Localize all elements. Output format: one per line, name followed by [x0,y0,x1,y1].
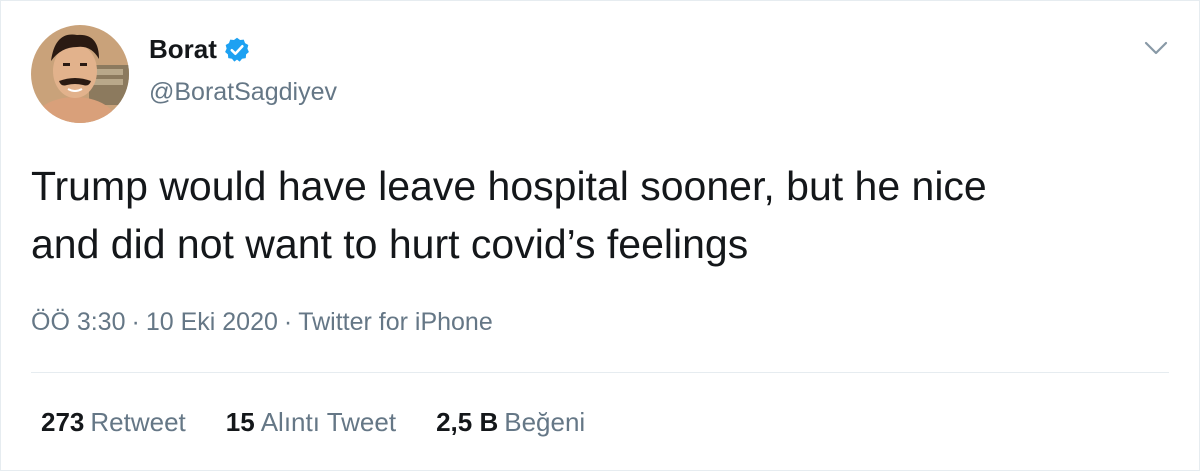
tweet-time[interactable]: ÖÖ 3:30 [31,308,126,336]
stat-label: Retweet [90,407,186,437]
tweet-source[interactable]: Twitter for iPhone [298,308,493,336]
tweet-meta: ÖÖ 3:30 · 10 Eki 2020 · Twitter for iPhone [31,308,493,337]
tweet-stats: 273 Retweet 15 Alıntı Tweet 2,5 B Beğeni [41,407,625,438]
tweet-date[interactable]: 10 Eki 2020 [146,308,278,336]
tweet-text-line: and did not want to hurt covid’s feeling… [31,221,749,267]
display-name[interactable]: Borat [149,34,217,65]
stat-label: Alıntı Tweet [260,407,397,437]
retweet-count[interactable]: 273 Retweet [41,407,186,438]
avatar-image [31,25,129,123]
stat-label: Beğeni [504,407,586,437]
chevron-down-icon[interactable] [1141,33,1171,63]
stat-number: 273 [41,407,85,437]
stat-number: 2,5 B [436,407,499,437]
avatar[interactable] [31,25,129,123]
meta-separator: · [283,308,293,336]
tweet-text: Trump would have leave hospital sooner, … [31,157,1161,273]
like-count[interactable]: 2,5 B Beğeni [436,407,585,438]
author-row: Borat [149,34,251,65]
user-handle[interactable]: @BoratSagdiyev [149,78,337,107]
divider [31,372,1169,373]
tweet-card: Borat @BoratSagdiyev Trump would have le… [0,0,1200,471]
meta-separator: · [131,308,140,336]
tweet-text-line: Trump would have leave hospital sooner, … [31,163,987,209]
quote-tweet-count[interactable]: 15 Alıntı Tweet [226,407,396,438]
verified-badge-icon [223,36,251,64]
stat-number: 15 [225,407,255,437]
